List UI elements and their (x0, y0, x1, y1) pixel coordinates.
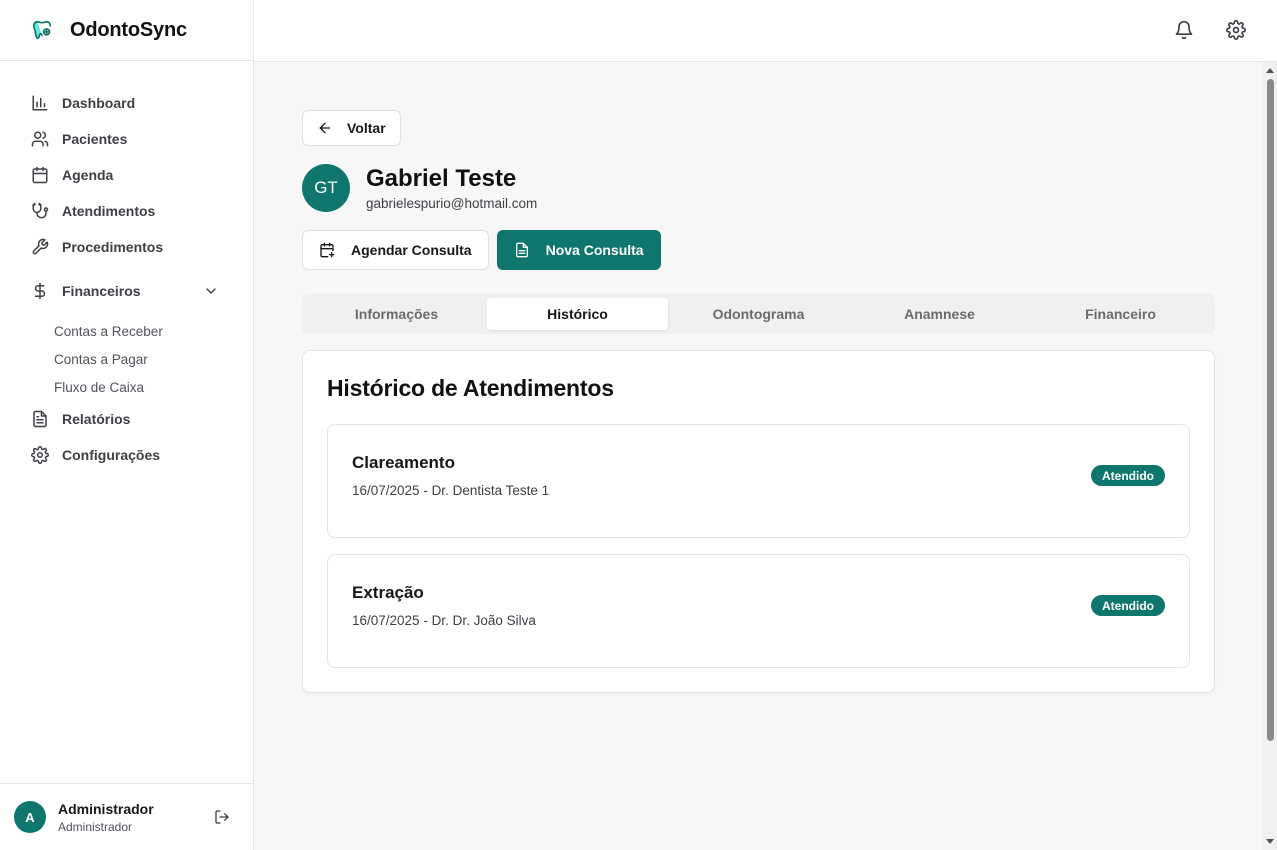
main-content: Voltar GT Gabriel Teste gabrielespurio@h… (302, 110, 1215, 693)
patient-email: gabrielespurio@hotmail.com (366, 196, 538, 211)
file-text-icon (30, 409, 50, 429)
bell-icon[interactable] (1173, 19, 1195, 41)
user-panel: A Administrador Administrador (0, 783, 253, 850)
tab-informacoes[interactable]: Informações (306, 298, 487, 330)
user-info: Administrador Administrador (58, 801, 154, 834)
sidebar-subitem-contas-pagar[interactable]: Contas a Pagar (54, 345, 253, 373)
patient-tabs: Informações Histórico Odontograma Anamne… (302, 294, 1215, 334)
record-procedure: Clareamento (352, 453, 455, 472)
sidebar-item-label: Financeiros (62, 283, 141, 299)
sidebar-item-procedimentos[interactable]: Procedimentos (0, 229, 253, 265)
sidebar-item-configuracoes[interactable]: Configurações (0, 437, 253, 473)
schedule-appointment-button[interactable]: Agendar Consulta (302, 230, 489, 270)
sidebar-item-label: Atendimentos (62, 203, 156, 219)
top-bar (254, 0, 1277, 62)
arrow-left-icon (317, 120, 333, 136)
sidebar-item-agenda[interactable]: Agenda (0, 157, 253, 193)
tooth-logo-icon (30, 18, 54, 42)
sidebar-nav: Dashboard Pacientes Agenda Atendimentos … (0, 85, 253, 473)
brand[interactable]: OdontoSync (0, 0, 253, 61)
logout-icon[interactable] (213, 808, 231, 826)
chevron-down-icon[interactable] (203, 283, 219, 299)
app-name: OdontoSync (70, 18, 187, 41)
stethoscope-icon (30, 201, 50, 221)
sidebar-subitem-contas-receber[interactable]: Contas a Receber (54, 317, 253, 345)
sidebar-item-atendimentos[interactable]: Atendimentos (0, 193, 253, 229)
record-detail: 16/07/2025 - Dr. Dentista Teste 1 (352, 483, 550, 498)
tab-financeiro[interactable]: Financeiro (1030, 298, 1211, 330)
calendar-icon (30, 165, 50, 185)
back-button[interactable]: Voltar (302, 110, 401, 146)
patient-avatar: GT (302, 164, 350, 212)
record-procedure: Extração (352, 583, 424, 602)
history-card: Histórico de Atendimentos Clareamento 16… (302, 350, 1215, 693)
status-badge: Atendido (1091, 465, 1165, 486)
bar-chart-icon (30, 93, 50, 113)
sidebar-item-label: Configurações (62, 447, 161, 463)
tab-historico[interactable]: Histórico (487, 298, 668, 330)
sidebar-item-label: Agenda (62, 167, 114, 183)
patient-actions: Agendar Consulta Nova Consulta (302, 230, 1215, 270)
schedule-appointment-label: Agendar Consulta (351, 242, 472, 258)
sidebar-item-pacientes[interactable]: Pacientes (0, 121, 253, 157)
user-role: Administrador (58, 819, 133, 834)
scroll-down-arrow-icon[interactable] (1266, 839, 1274, 844)
calendar-plus-icon (319, 242, 335, 258)
back-button-label: Voltar (347, 120, 386, 136)
page-title: Gabriel Teste (366, 165, 517, 192)
sidebar-item-label: Relatórios (62, 411, 131, 427)
tab-anamnese[interactable]: Anamnese (849, 298, 1030, 330)
sidebar-item-dashboard[interactable]: Dashboard (0, 85, 253, 121)
sidebar-item-label: Pacientes (62, 131, 128, 147)
sidebar-subitem-fluxo-caixa[interactable]: Fluxo de Caixa (54, 373, 253, 401)
status-badge: Atendido (1091, 595, 1165, 616)
file-text-icon (514, 242, 530, 258)
sidebar-item-label: Procedimentos (62, 239, 164, 255)
history-title: Histórico de Atendimentos (327, 375, 614, 401)
list-item[interactable]: Extração 16/07/2025 - Dr. Dr. João Silva… (327, 554, 1190, 668)
avatar[interactable]: A (14, 801, 46, 833)
sidebar: OdontoSync Dashboard Pacientes Agenda At… (0, 0, 254, 850)
sidebar-item-financeiros[interactable]: Financeiros (0, 265, 253, 317)
users-icon (30, 129, 50, 149)
financeiros-subnav: Contas a Receber Contas a Pagar Fluxo de… (0, 317, 253, 401)
sidebar-item-relatorios[interactable]: Relatórios (0, 401, 253, 437)
new-consultation-button[interactable]: Nova Consulta (496, 230, 661, 270)
main-scrollbar[interactable] (1263, 62, 1277, 850)
list-item[interactable]: Clareamento 16/07/2025 - Dr. Dentista Te… (327, 424, 1190, 538)
sidebar-item-label: Dashboard (62, 95, 136, 111)
record-detail: 16/07/2025 - Dr. Dr. João Silva (352, 613, 536, 628)
dollar-icon (30, 281, 50, 301)
new-consultation-label: Nova Consulta (545, 242, 644, 258)
scroll-up-arrow-icon[interactable] (1266, 68, 1274, 73)
tab-odontograma[interactable]: Odontograma (668, 298, 849, 330)
patient-header: GT Gabriel Teste gabrielespurio@hotmail.… (302, 164, 1215, 212)
scroll-thumb[interactable] (1267, 79, 1274, 741)
wrench-icon (30, 237, 50, 257)
gear-icon (30, 445, 50, 465)
user-name: Administrador (58, 800, 154, 817)
settings-icon[interactable] (1225, 19, 1247, 41)
